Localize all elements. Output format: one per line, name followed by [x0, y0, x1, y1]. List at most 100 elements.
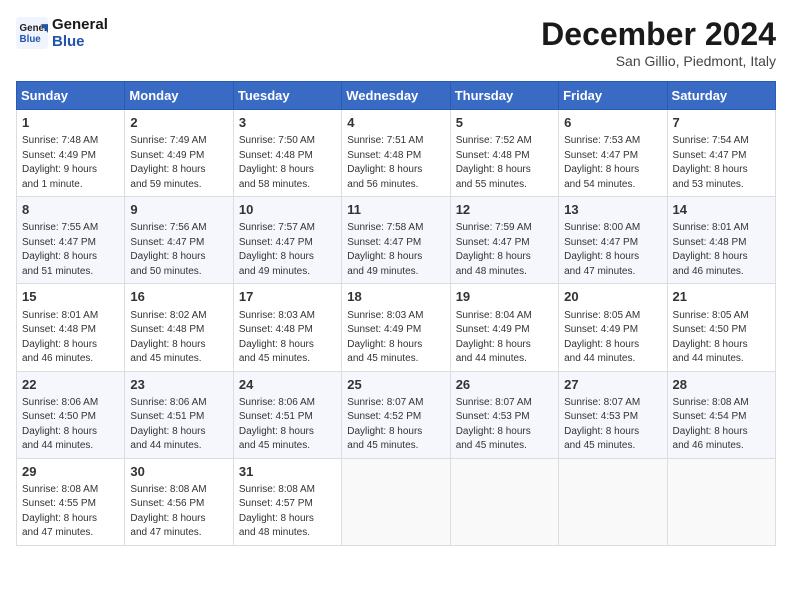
- calendar-cell: 16 Sunrise: 8:02 AMSunset: 4:48 PMDayligh…: [125, 284, 233, 371]
- calendar-table: SundayMondayTuesdayWednesdayThursdayFrid…: [16, 81, 776, 546]
- calendar-cell: 4 Sunrise: 7:51 AMSunset: 4:48 PMDaylight…: [342, 110, 450, 197]
- day-number: 18: [347, 288, 444, 306]
- day-number: 30: [130, 463, 227, 481]
- calendar-cell: [559, 458, 667, 545]
- calendar-cell: 8Sunrise: 7:55 AMSunset: 4:47 PMDaylight…: [17, 197, 125, 284]
- day-number: 8: [22, 201, 119, 219]
- logo-icon: General Blue: [16, 17, 48, 49]
- calendar-day-header: Friday: [559, 82, 667, 110]
- day-info: Sunrise: 8:03 AMSunset: 4:49 PMDaylight:…: [347, 309, 444, 367]
- calendar-week-row: 22 Sunrise: 8:06 AMSunset: 4:50 PMDayligh…: [17, 371, 776, 458]
- logo-text: General Blue: [52, 16, 108, 51]
- day-info: Sunrise: 8:07 AMSunset: 4:52 PMDaylight:…: [347, 396, 444, 454]
- calendar-cell: [450, 458, 558, 545]
- day-number: 22: [22, 376, 119, 394]
- calendar-cell: 6 Sunrise: 7:53 AMSunset: 4:47 PMDaylight…: [559, 110, 667, 197]
- day-number: 12: [456, 201, 553, 219]
- calendar-cell: [667, 458, 775, 545]
- calendar-day-header: Saturday: [667, 82, 775, 110]
- day-info: Sunrise: 8:06 AMSunset: 4:51 PMDaylight:…: [130, 396, 227, 454]
- day-number: 13: [564, 201, 661, 219]
- calendar-cell: 21 Sunrise: 8:05 AMSunset: 4:50 PMDayligh…: [667, 284, 775, 371]
- day-info: Sunrise: 8:08 AMSunset: 4:54 PMDaylight:…: [673, 396, 770, 454]
- day-info: Sunrise: 8:07 AMSunset: 4:53 PMDaylight:…: [564, 396, 661, 454]
- day-info: Sunrise: 8:00 AMSunset: 4:47 PMDaylight:…: [564, 221, 661, 279]
- day-info: Sunrise: 8:06 AMSunset: 4:50 PMDaylight:…: [22, 396, 119, 454]
- day-number: 23: [130, 376, 227, 394]
- calendar-cell: 18 Sunrise: 8:03 AMSunset: 4:49 PMDayligh…: [342, 284, 450, 371]
- page-header: General Blue General Blue December 2024 …: [16, 16, 776, 69]
- calendar-week-row: 29 Sunrise: 8:08 AMSunset: 4:55 PMDayligh…: [17, 458, 776, 545]
- calendar-cell: 27 Sunrise: 8:07 AMSunset: 4:53 PMDayligh…: [559, 371, 667, 458]
- day-info: Sunrise: 7:54 AMSunset: 4:47 PMDaylight:…: [673, 134, 770, 192]
- calendar-cell: 28 Sunrise: 8:08 AMSunset: 4:54 PMDayligh…: [667, 371, 775, 458]
- day-info: Sunrise: 7:48 AMSunset: 4:49 PMDaylight:…: [22, 134, 119, 192]
- day-info: Sunrise: 8:07 AMSunset: 4:53 PMDaylight:…: [456, 396, 553, 454]
- day-info: Sunrise: 7:57 AMSunset: 4:47 PMDaylight:…: [239, 221, 336, 279]
- calendar-cell: 25 Sunrise: 8:07 AMSunset: 4:52 PMDayligh…: [342, 371, 450, 458]
- day-number: 4: [347, 114, 444, 132]
- day-number: 25: [347, 376, 444, 394]
- day-number: 5: [456, 114, 553, 132]
- day-info: Sunrise: 8:01 AMSunset: 4:48 PMDaylight:…: [673, 221, 770, 279]
- calendar-week-row: 1 Sunrise: 7:48 AMSunset: 4:49 PMDaylight…: [17, 110, 776, 197]
- logo: General Blue General Blue: [16, 16, 108, 51]
- day-info: Sunrise: 7:58 AMSunset: 4:47 PMDaylight:…: [347, 221, 444, 279]
- day-info: Sunrise: 8:05 AMSunset: 4:50 PMDaylight:…: [673, 309, 770, 367]
- calendar-cell: 30 Sunrise: 8:08 AMSunset: 4:56 PMDayligh…: [125, 458, 233, 545]
- day-info: Sunrise: 7:51 AMSunset: 4:48 PMDaylight:…: [347, 134, 444, 192]
- title-block: December 2024 San Gillio, Piedmont, Ital…: [541, 16, 776, 69]
- day-info: Sunrise: 8:01 AMSunset: 4:48 PMDaylight:…: [22, 309, 119, 367]
- calendar-cell: 17 Sunrise: 8:03 AMSunset: 4:48 PMDayligh…: [233, 284, 341, 371]
- day-info: Sunrise: 8:02 AMSunset: 4:48 PMDaylight:…: [130, 309, 227, 367]
- day-number: 9: [130, 201, 227, 219]
- calendar-cell: 29 Sunrise: 8:08 AMSunset: 4:55 PMDayligh…: [17, 458, 125, 545]
- calendar-cell: 5 Sunrise: 7:52 AMSunset: 4:48 PMDaylight…: [450, 110, 558, 197]
- calendar-week-row: 8Sunrise: 7:55 AMSunset: 4:47 PMDaylight…: [17, 197, 776, 284]
- day-number: 29: [22, 463, 119, 481]
- day-number: 26: [456, 376, 553, 394]
- calendar-cell: 31Sunrise: 8:08 AMSunset: 4:57 PMDayligh…: [233, 458, 341, 545]
- calendar-cell: 20Sunrise: 8:05 AMSunset: 4:49 PMDayligh…: [559, 284, 667, 371]
- calendar-cell: 22 Sunrise: 8:06 AMSunset: 4:50 PMDayligh…: [17, 371, 125, 458]
- calendar-day-header: Wednesday: [342, 82, 450, 110]
- calendar-cell: 19Sunrise: 8:04 AMSunset: 4:49 PMDayligh…: [450, 284, 558, 371]
- day-info: Sunrise: 7:50 AMSunset: 4:48 PMDaylight:…: [239, 134, 336, 192]
- calendar-week-row: 15 Sunrise: 8:01 AMSunset: 4:48 PMDayligh…: [17, 284, 776, 371]
- day-info: Sunrise: 7:56 AMSunset: 4:47 PMDaylight:…: [130, 221, 227, 279]
- day-number: 16: [130, 288, 227, 306]
- calendar-day-header: Thursday: [450, 82, 558, 110]
- day-number: 2: [130, 114, 227, 132]
- day-number: 24: [239, 376, 336, 394]
- day-number: 17: [239, 288, 336, 306]
- day-number: 6: [564, 114, 661, 132]
- calendar-header-row: SundayMondayTuesdayWednesdayThursdayFrid…: [17, 82, 776, 110]
- calendar-cell: 23 Sunrise: 8:06 AMSunset: 4:51 PMDayligh…: [125, 371, 233, 458]
- day-number: 21: [673, 288, 770, 306]
- day-number: 1: [22, 114, 119, 132]
- day-info: Sunrise: 8:03 AMSunset: 4:48 PMDaylight:…: [239, 309, 336, 367]
- svg-text:Blue: Blue: [20, 34, 42, 45]
- calendar-day-header: Tuesday: [233, 82, 341, 110]
- day-info: Sunrise: 7:52 AMSunset: 4:48 PMDaylight:…: [456, 134, 553, 192]
- location-subtitle: San Gillio, Piedmont, Italy: [541, 53, 776, 69]
- day-number: 28: [673, 376, 770, 394]
- day-number: 7: [673, 114, 770, 132]
- calendar-cell: 12 Sunrise: 7:59 AMSunset: 4:47 PMDayligh…: [450, 197, 558, 284]
- calendar-cell: 7 Sunrise: 7:54 AMSunset: 4:47 PMDaylight…: [667, 110, 775, 197]
- calendar-cell: 11 Sunrise: 7:58 AMSunset: 4:47 PMDayligh…: [342, 197, 450, 284]
- day-info: Sunrise: 8:08 AMSunset: 4:55 PMDaylight:…: [22, 483, 119, 541]
- day-info: Sunrise: 8:08 AMSunset: 4:56 PMDaylight:…: [130, 483, 227, 541]
- calendar-cell: 24Sunrise: 8:06 AMSunset: 4:51 PMDayligh…: [233, 371, 341, 458]
- day-number: 31: [239, 463, 336, 481]
- calendar-cell: 9 Sunrise: 7:56 AMSunset: 4:47 PMDaylight…: [125, 197, 233, 284]
- day-number: 27: [564, 376, 661, 394]
- day-number: 11: [347, 201, 444, 219]
- day-number: 10: [239, 201, 336, 219]
- day-info: Sunrise: 7:59 AMSunset: 4:47 PMDaylight:…: [456, 221, 553, 279]
- day-info: Sunrise: 7:53 AMSunset: 4:47 PMDaylight:…: [564, 134, 661, 192]
- day-number: 15: [22, 288, 119, 306]
- calendar-cell: 1 Sunrise: 7:48 AMSunset: 4:49 PMDaylight…: [17, 110, 125, 197]
- day-number: 20: [564, 288, 661, 306]
- day-info: Sunrise: 8:04 AMSunset: 4:49 PMDaylight:…: [456, 309, 553, 367]
